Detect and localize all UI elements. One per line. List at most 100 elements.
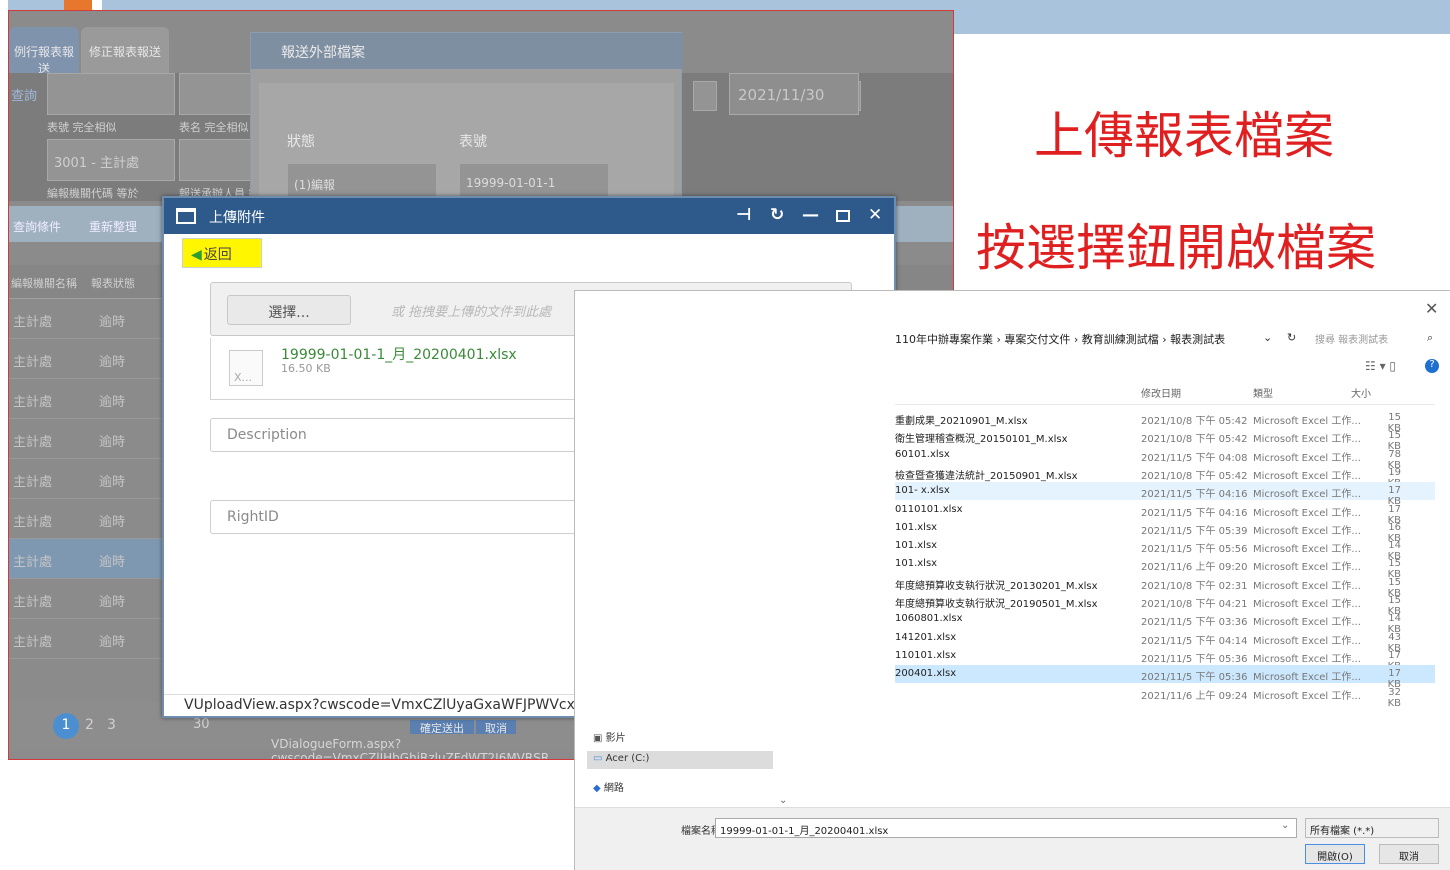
open-button[interactable]: 開啟(O) <box>1305 844 1365 864</box>
chevron-down-icon[interactable]: ⌄ <box>1281 820 1289 831</box>
file-row[interactable]: 101.xlsx 2021/11/5 下午 05:56 Microsoft Exce… <box>895 537 1435 562</box>
search-icon[interactable]: ⌕ <box>1427 331 1433 345</box>
file-name: 110101.xlsx <box>895 649 957 661</box>
person-input[interactable] <box>179 139 259 181</box>
refresh-icon[interactable]: ↻ <box>770 205 784 225</box>
file-name: 101.xlsx <box>895 540 938 552</box>
calendar-icon[interactable] <box>693 81 717 111</box>
file-type-select[interactable]: 所有檔案 (*.*) <box>1305 818 1439 838</box>
table-row[interactable]: 主計處 逾時 <box>9 379 169 419</box>
app-tabs: 例行報表報送 修正報表報送 <box>9 27 169 76</box>
heading-choose-file: 按選擇鈕開啟檔案 <box>976 219 1376 277</box>
filename-input[interactable]: 19999-01-01-1_月_20200401.xlsx <box>715 818 1297 838</box>
network-icon: ◆ <box>593 783 601 794</box>
back-button[interactable]: ◀ 返回 <box>182 238 262 268</box>
file-type: Microsoft Excel 工作... <box>1253 452 1361 464</box>
pin-icon[interactable]: ⊣ <box>736 205 752 225</box>
file-type: Microsoft Excel 工作... <box>1253 599 1361 610</box>
file-row[interactable]: 101.xlsx 2021/11/6 上午 09:20 Microsoft Exce… <box>895 555 1435 580</box>
search-input[interactable]: 搜尋 報表測試表 <box>1315 327 1445 349</box>
per-page-select[interactable]: 30 <box>193 717 210 732</box>
table-row[interactable]: 主計處 逾時 <box>9 459 169 499</box>
file-row[interactable]: 200401.xlsx 2021/11/5 下午 05:36 Microsoft E… <box>895 665 1435 690</box>
page-3-button[interactable]: 3 <box>107 717 116 733</box>
table-row[interactable]: 主計處 逾時 <box>9 419 169 459</box>
table-row[interactable]: 主計處 逾時 <box>9 299 169 339</box>
col-modified[interactable]: 修改日期 <box>1141 385 1181 400</box>
file-row[interactable]: 0110101.xlsx 2021/11/5 下午 04:16 Microsoft … <box>895 501 1435 526</box>
agency-select[interactable]: 3001 - 主計處 <box>47 139 175 181</box>
file-type: Microsoft Excel 工作... <box>1253 489 1361 501</box>
scroll-down-icon[interactable]: ⌄ <box>779 795 787 806</box>
breadcrumb[interactable]: 110年中辦專案作業 › 專案交付文件 › 教育訓練測試檔 › 報表測試表 <box>895 331 1225 347</box>
ext-cancel-button[interactable]: 取消 <box>476 720 516 735</box>
cancel-button[interactable]: 取消 <box>1379 844 1439 864</box>
col-type[interactable]: 類型 <box>1253 385 1273 400</box>
drive-icon: ▭ <box>593 753 603 764</box>
file-type: Microsoft Excel 工作... <box>1253 617 1361 629</box>
maximize-icon[interactable] <box>836 210 850 222</box>
table-row[interactable]: 主計處 逾時 <box>9 539 169 579</box>
file-row[interactable]: 2021/11/6 上午 09:24 Microsoft Excel 工作... 3… <box>895 684 1435 709</box>
file-row[interactable]: 年度總預算收支執行狀況_20190501_M.xlsx 2021/10/8 下午 … <box>895 592 1435 617</box>
file-row[interactable]: 110101.xlsx 2021/11/5 下午 05:36 Microsoft E… <box>895 647 1435 672</box>
file-row[interactable]: 60101.xlsx 2021/11/5 下午 04:08 Microsoft Ex… <box>895 446 1435 471</box>
file-row[interactable]: 重劃成果_20210901_M.xlsx 2021/10/8 下午 05:42 Mi… <box>895 409 1435 434</box>
external-file-dialog: 報送外部檔案 狀態 表號 (1)編報 19999-01-01-1 <box>250 32 683 213</box>
refresh-button[interactable]: 重新整理 <box>89 218 137 235</box>
formname-filter-input[interactable] <box>179 73 259 115</box>
page-2-button[interactable]: 2 <box>85 717 94 733</box>
table-row[interactable]: 主計處 逾時 <box>9 499 169 539</box>
video-icon: ▣ <box>593 733 603 744</box>
nav-item-drive-c[interactable]: ▭ Acer (C:) <box>587 751 773 769</box>
close-icon[interactable]: ✕ <box>1425 299 1438 318</box>
file-row[interactable]: 141201.xlsx 2021/11/5 下午 04:14 Microsoft E… <box>895 629 1435 654</box>
file-date: 2021/10/8 下午 05:42 <box>1141 416 1248 427</box>
file-name: 年度總預算收支執行狀況_20130201_M.xlsx <box>895 580 1098 592</box>
file-date: 2021/10/8 下午 05:42 <box>1141 434 1248 446</box>
refresh-icon[interactable]: ↻ <box>1287 331 1296 344</box>
file-row[interactable]: 年度總預算收支執行狀況_20130201_M.xlsx 2021/10/8 下午 … <box>895 574 1435 599</box>
col-status: 報表狀態 <box>91 277 135 290</box>
tab-revised-report[interactable]: 修正報表報送 <box>81 27 169 73</box>
file-name: 0110101.xlsx <box>895 503 963 515</box>
file-open-dialog: ✕ 110年中辦專案作業 › 專案交付文件 › 教育訓練測試檔 › 報表測試表 … <box>574 290 1450 870</box>
file-name: 重劃成果_20210901_M.xlsx <box>895 416 1028 427</box>
query-label[interactable]: 查詢 <box>11 85 37 104</box>
tab-routine-report[interactable]: 例行報表報送 <box>9 27 79 76</box>
confirm-send-button[interactable]: 確定送出 <box>410 720 474 735</box>
view-options-icon[interactable]: ☷ ▾ ▯ <box>1365 359 1396 373</box>
nav-item-videos[interactable]: ▣ 影片 <box>593 729 626 744</box>
close-icon[interactable]: ✕ <box>868 205 882 225</box>
chevron-down-icon[interactable]: ⌄ <box>1263 331 1272 344</box>
table-row[interactable]: 主計處 逾時 <box>9 579 169 619</box>
file-type: Microsoft Excel 工作... <box>1253 470 1361 482</box>
file-date: 2021/11/5 下午 05:36 <box>1141 672 1248 684</box>
table-row[interactable]: 主計處 逾時 <box>9 619 169 659</box>
slide: 例行報表報送 修正報表報送 查詢 表號 完全相似 表名 完全相似 3001 - … <box>0 0 1450 870</box>
file-name: 101- x.xlsx <box>895 485 950 497</box>
page-1-button[interactable]: 1 <box>53 713 79 739</box>
col-size[interactable]: 大小 <box>1351 385 1371 400</box>
file-type: Microsoft Excel 工作... <box>1253 653 1361 665</box>
file-type: Microsoft Excel 工作... <box>1253 507 1361 519</box>
table-row[interactable]: 主計處 逾時 <box>9 339 169 379</box>
help-icon[interactable]: ? <box>1425 359 1439 373</box>
file-row[interactable]: 101- x.xlsx 2021/11/5 下午 04:16 Microsoft E… <box>895 482 1435 507</box>
file-date: 2021/11/5 下午 04:14 <box>1141 635 1248 647</box>
choose-file-button[interactable]: 選擇... <box>227 295 351 325</box>
file-type: Microsoft Excel 工作... <box>1253 672 1361 684</box>
file-row[interactable]: 1060801.xlsx 2021/11/5 下午 03:36 Microsoft … <box>895 610 1435 635</box>
nav-item-network[interactable]: ◆ 網路 <box>593 779 624 794</box>
file-row[interactable]: 檢查暨查獲違法統計_20150901_M.xlsx 2021/10/8 下午 05… <box>895 464 1435 489</box>
formno-filter-input[interactable] <box>47 73 175 115</box>
query-condition-button[interactable]: 查詢條件 <box>13 218 61 235</box>
date-to-input[interactable]: 2021/11/30 <box>729 73 859 115</box>
file-row[interactable]: 101.xlsx 2021/11/5 下午 05:39 Microsoft Exce… <box>895 519 1435 544</box>
agency-label: 編報機關代碼 等於 <box>47 187 139 200</box>
address-bar: 110年中辦專案作業 › 專案交付文件 › 教育訓練測試檔 › 報表測試表 ⌄ … <box>895 327 1435 349</box>
file-type: Microsoft Excel 工作... <box>1253 635 1361 647</box>
minimize-icon[interactable]: — <box>802 205 819 225</box>
file-row[interactable]: 衛生管理稽查概況_20150101_M.xlsx 2021/10/8 下午 05:… <box>895 427 1435 452</box>
file-type: Microsoft Excel 工作... <box>1253 690 1361 702</box>
